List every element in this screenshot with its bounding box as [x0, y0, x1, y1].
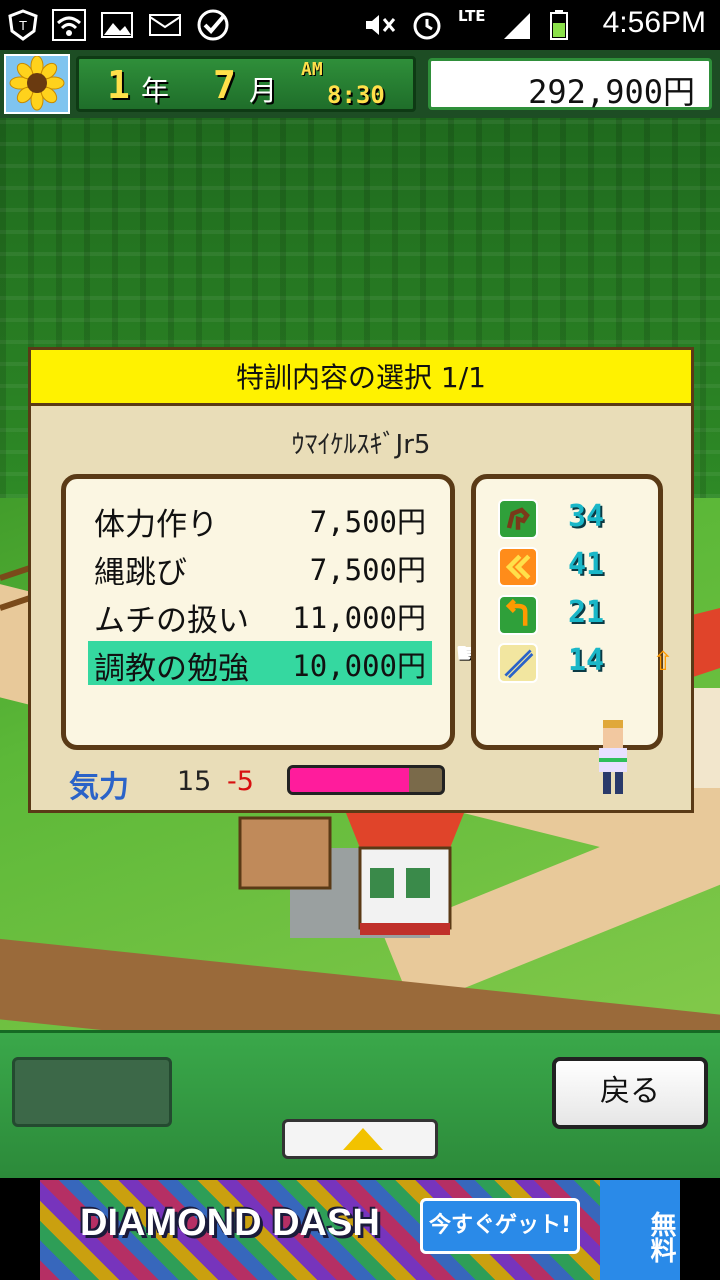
- up-triangle-icon: [343, 1128, 383, 1150]
- energy-label: 気力: [69, 770, 129, 805]
- check-icon: [197, 9, 229, 41]
- svg-text:T: T: [18, 19, 27, 33]
- status-bar: T LTE 4:56PM: [0, 0, 720, 50]
- wifi-icon: [52, 9, 86, 41]
- date-panel: 1 年 7 月 AM 8:30: [76, 56, 416, 112]
- money-value: 292,900円: [528, 73, 695, 111]
- back-button[interactable]: 戻る: [552, 1057, 708, 1129]
- shield-icon: T: [8, 9, 38, 41]
- signal-icon: [504, 13, 530, 39]
- training-option[interactable]: ムチの扱い 11,000円: [88, 593, 432, 639]
- image-icon: [101, 12, 133, 38]
- sunflower-icon[interactable]: [4, 54, 70, 114]
- ad-free-badge: 無料: [600, 1180, 680, 1280]
- training-option-selected[interactable]: 調教の勉強 10,000円: [88, 641, 432, 687]
- control-bar: 戻る: [0, 1030, 720, 1178]
- month-value: 7: [213, 63, 236, 107]
- am-pm-indicator: AM: [301, 59, 323, 80]
- ad-cta-label: 今すぐゲット!: [428, 1213, 572, 1238]
- stat-value: 14: [568, 643, 605, 678]
- stat-row: 34: [498, 499, 658, 541]
- training-price: 7,500円: [309, 505, 426, 539]
- horse-stamina-icon: [498, 499, 538, 539]
- stat-row: 41: [498, 547, 658, 589]
- network-type: LTE: [458, 7, 486, 25]
- training-dialog: 特訓内容の選択 1/1 ｳﾏｲｹﾙｽｷﾞJr5 体力作り 7,500円 縄跳び …: [28, 347, 694, 813]
- training-price: 10,000円: [292, 649, 426, 683]
- money-panel: 292,900円: [428, 58, 712, 111]
- ad-cta-button[interactable]: 今すぐゲット!: [420, 1198, 580, 1254]
- game-time: 8:30: [327, 81, 385, 109]
- trainer-character-icon: [599, 720, 627, 794]
- status-clock: 4:56PM: [602, 6, 706, 39]
- speed-chevron-icon: [498, 547, 538, 587]
- battery-icon: [550, 10, 568, 40]
- energy-value: 15: [177, 766, 212, 797]
- training-price: 11,000円: [292, 601, 426, 635]
- whip-icon: [498, 643, 538, 683]
- training-name: 縄跳び: [94, 555, 187, 591]
- stat-increase-icon: ⇧: [652, 647, 674, 677]
- training-option[interactable]: 縄跳び 7,500円: [88, 545, 432, 591]
- energy-bar: [287, 765, 445, 795]
- alarm-icon: [413, 12, 441, 40]
- disabled-button: [12, 1057, 172, 1127]
- year-unit: 年: [141, 74, 170, 107]
- ad-title: DIAMOND DASH: [80, 1202, 380, 1244]
- training-list: 体力作り 7,500円 縄跳び 7,500円 ムチの扱い 11,000円 調教の…: [61, 474, 455, 750]
- game-top-bar: 1 年 7 月 AM 8:30 292,900円: [0, 50, 720, 118]
- mail-icon: [149, 14, 181, 36]
- stat-value: 34: [568, 499, 605, 534]
- scroll-up-button[interactable]: [282, 1119, 438, 1159]
- mute-icon: [366, 15, 396, 35]
- training-name: 体力作り: [94, 507, 218, 543]
- stat-row: 21: [498, 595, 658, 637]
- training-name: 調教の勉強: [94, 651, 249, 687]
- training-option[interactable]: 体力作り 7,500円: [88, 497, 432, 543]
- turn-arrow-icon: [498, 595, 538, 635]
- energy-cost: -5: [227, 766, 254, 797]
- year-value: 1: [107, 63, 130, 107]
- stat-value: 41: [568, 547, 605, 582]
- energy-bar-fill: [290, 768, 409, 792]
- back-button-label: 戻る: [600, 1074, 660, 1109]
- dialog-title-bar: 特訓内容の選択 1/1: [31, 350, 691, 406]
- dialog-title: 特訓内容の選択 1/1: [236, 361, 486, 394]
- training-name: ムチの扱い: [94, 603, 249, 639]
- training-price: 7,500円: [309, 553, 426, 587]
- month-unit: 月: [249, 74, 278, 107]
- stats-panel: 34 41 21 14 ⇧: [471, 474, 674, 750]
- stat-value: 21: [568, 595, 605, 630]
- ad-banner[interactable]: DIAMOND DASH 今すぐゲット! 無料: [40, 1180, 680, 1280]
- stat-row: 14 ⇧: [498, 643, 674, 685]
- horse-name: ｳﾏｲｹﾙｽｷﾞJr5: [291, 430, 431, 460]
- dirt-path: [0, 935, 720, 1030]
